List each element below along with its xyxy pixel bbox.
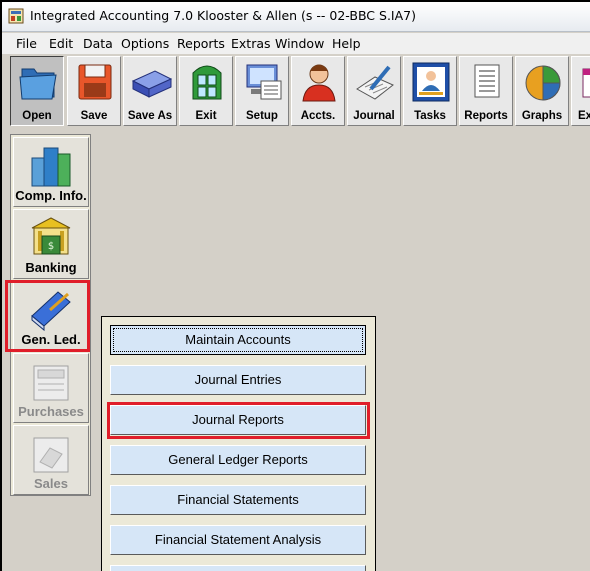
accts-label: Accts. — [300, 110, 336, 122]
drive-icon — [131, 70, 173, 98]
sidebar-item-banking[interactable]: $ Banking — [13, 209, 89, 279]
financial-statement-analysis-button[interactable]: Financial Statement Analysis — [110, 525, 366, 555]
title-bar: Integrated Accounting 7.0 Klooster & All… — [2, 2, 590, 32]
menu-window[interactable]: Window — [275, 36, 324, 51]
sidebar-item-label: Comp. Info. — [15, 188, 87, 203]
menu-help[interactable]: Help — [332, 36, 361, 51]
toolbar: Open Save Save As Exit Setup Accts. Jour… — [2, 54, 590, 129]
app-icon — [8, 8, 24, 24]
ex-button[interactable]: Ex — [571, 56, 590, 126]
save-button[interactable]: Save — [67, 56, 121, 126]
buildings-icon — [31, 147, 71, 187]
sidebar-item-label: Banking — [25, 260, 77, 275]
sidebar-item-sales: Sales — [13, 425, 89, 495]
ex-label: Ex — [578, 110, 590, 122]
graphs-button[interactable]: Graphs — [515, 56, 569, 126]
exit-button[interactable]: Exit — [179, 56, 233, 126]
gen-led-highlight-box — [5, 280, 90, 352]
sidebar-item-comp-info[interactable]: Comp. Info. — [13, 137, 89, 207]
sidebar-item-label: Sales — [34, 476, 68, 491]
app-window: Integrated Accounting 7.0 Klooster & All… — [2, 2, 590, 571]
open-label: Open — [22, 110, 52, 122]
reports-icon — [474, 64, 500, 98]
tasks-button[interactable]: Tasks — [403, 56, 457, 126]
journal-reports-highlight-box — [107, 402, 370, 439]
explore-icon — [582, 68, 590, 98]
person-icon — [302, 64, 336, 102]
window-title: Integrated Accounting 7.0 Klooster & All… — [30, 8, 416, 23]
save-as-button[interactable]: Save As — [123, 56, 177, 126]
menu-edit[interactable]: Edit — [49, 36, 73, 51]
reports-label: Reports — [464, 110, 508, 122]
svg-text:$: $ — [48, 241, 54, 252]
journal-entries-button[interactable]: Journal Entries — [110, 365, 366, 395]
graphs-label: Graphs — [521, 110, 563, 122]
journal-label: Journal — [353, 110, 395, 122]
floppy-icon — [78, 64, 112, 100]
computer-icon — [246, 64, 282, 100]
setup-label: Setup — [246, 110, 278, 122]
menu-reports[interactable]: Reports — [177, 36, 225, 51]
sidebar-item-label: Purchases — [18, 404, 84, 419]
setup-button[interactable]: Setup — [235, 56, 289, 126]
reports-button[interactable]: Reports — [459, 56, 513, 126]
financial-statements-button[interactable]: Financial Statements — [110, 485, 366, 515]
sidebar-item-purchases: Purchases — [13, 353, 89, 423]
purchases-icon — [33, 365, 69, 401]
door-icon — [192, 65, 222, 100]
open-button[interactable]: Open — [10, 56, 64, 126]
maintain-accounts-button[interactable]: Maintain Accounts — [110, 325, 366, 355]
submenu-item-partial[interactable] — [110, 565, 366, 571]
journal-button[interactable]: Journal — [347, 56, 401, 126]
folder-icon — [19, 68, 57, 100]
accts-button[interactable]: Accts. — [291, 56, 345, 126]
menu-data[interactable]: Data — [83, 36, 113, 51]
menu-bar: File Edit Data Options Reports Extras Wi… — [2, 33, 590, 55]
menu-options[interactable]: Options — [121, 36, 169, 51]
tasks-label: Tasks — [414, 110, 446, 122]
pie-chart-icon — [525, 65, 561, 101]
menu-extras[interactable]: Extras — [231, 36, 271, 51]
save-as-label: Save As — [127, 110, 173, 122]
sales-icon — [33, 437, 69, 473]
general-ledger-reports-button[interactable]: General Ledger Reports — [110, 445, 366, 475]
journal-icon — [356, 65, 394, 100]
save-label: Save — [80, 110, 108, 122]
tasks-icon — [412, 62, 450, 102]
menu-file[interactable]: File — [16, 36, 37, 51]
bank-icon: $ — [31, 217, 71, 255]
general-ledger-submenu: Maintain Accounts Journal Entries Journa… — [101, 316, 376, 571]
exit-label: Exit — [195, 110, 217, 122]
